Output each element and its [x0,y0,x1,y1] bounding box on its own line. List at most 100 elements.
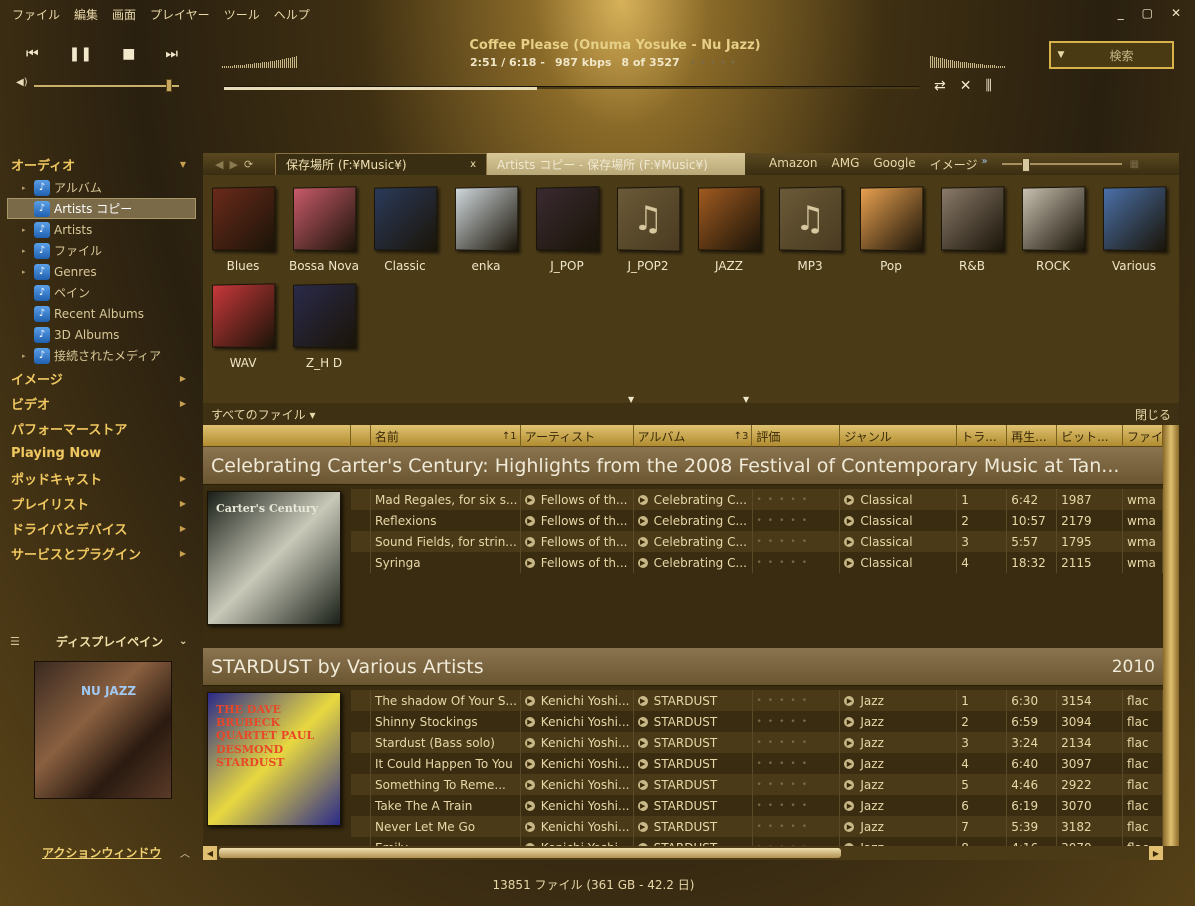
expand-icon[interactable]: ▸ [22,268,32,276]
play-arrow-icon[interactable]: ▶ [637,821,648,832]
rating-stars[interactable]: ••••• [757,558,814,568]
folder-tile[interactable]: ♫ J_POP2 [611,186,685,273]
volume-slider[interactable]: ◀) [16,77,181,92]
external-link[interactable]: Amazon [769,156,818,173]
chevron-up-icon[interactable]: ︿ [180,845,190,860]
folder-tile[interactable]: WAV [206,283,280,370]
expand-icon[interactable]: ▸ [22,226,32,234]
sidebar-section[interactable]: サービスとプラグイン ▶ [0,541,200,566]
table-row[interactable]: It Could Happen To You ▶ Kenichi Yoshi... ▶… [351,753,1163,774]
table-row[interactable]: Something To Reme... ▶ Kenichi Yoshi... ▶ ST… [351,774,1163,795]
folder-tile[interactable]: ROCK [1016,186,1090,273]
menu-item[interactable]: 画面 [112,6,136,23]
sidebar-item[interactable]: ▸ ♪ Artists [0,219,200,240]
equalizer-icon[interactable]: ⫼ [985,78,991,94]
table-row[interactable]: Emily▶Kenichi Yoshi...▶STARDUST•••••▶Jaz… [351,837,1163,846]
play-arrow-icon[interactable]: ▶ [637,800,648,811]
shuffle-icon[interactable]: ✕ [960,78,972,94]
seek-bar[interactable] [224,86,919,90]
folder-tile[interactable]: Various [1097,186,1171,273]
table-row[interactable]: Syringa ▶ Fellows of th... ▶ Celebrating C..… [351,552,1163,573]
back-icon[interactable]: ◀ [215,158,223,171]
play-arrow-icon[interactable]: ▶ [844,716,855,727]
sidebar-section[interactable]: プレイリスト ▶ [0,491,200,516]
column-header-cell[interactable]: トラ... [957,425,1008,447]
expand-icon[interactable]: ▸ [22,184,32,192]
play-arrow-icon[interactable]: ▶ [844,515,855,526]
column-header-cell[interactable]: アルバム ↑3 [634,425,753,447]
tab-close-button[interactable]: x [470,159,476,170]
expand-icon[interactable]: ▸ [22,352,32,360]
sidebar-item[interactable]: ♪ 3D Albums [0,324,200,345]
play-arrow-icon[interactable]: ▶ [524,758,535,769]
action-window-link[interactable]: アクションウィンドウ [42,844,161,861]
sidebar-item[interactable]: ▸ ♪ Genres [0,261,200,282]
search-box[interactable]: ▼ 検索 [1049,41,1174,69]
close-button[interactable]: ✕ [1171,6,1181,20]
more-links-icon[interactable]: » [981,156,987,173]
rating-stars[interactable]: ••••• [757,801,814,811]
sidebar-item[interactable]: ♪ Artists コピー [7,198,196,219]
sidebar-section[interactable]: ポッドキャスト ▶ [0,466,200,491]
column-header-cell[interactable]: 再生... [1007,425,1058,447]
play-arrow-icon[interactable]: ▶ [524,695,535,706]
play-arrow-icon[interactable]: ▶ [524,779,535,790]
search-dropdown-icon[interactable]: ▼ [1051,50,1071,60]
play-arrow-icon[interactable]: ▶ [524,536,535,547]
play-arrow-icon[interactable]: ▶ [637,758,648,769]
play-arrow-icon[interactable]: ▶ [637,779,648,790]
play-arrow-icon[interactable]: ▶ [844,557,855,568]
folder-tile[interactable]: R&B [935,186,1009,273]
sidebar-item[interactable]: ▸ ♪ 接続されたメディア [0,345,200,366]
table-row[interactable]: Reflexions ▶ Fellows of th... ▶ Celebrating … [351,510,1163,531]
maximize-button[interactable]: ▢ [1142,6,1153,20]
play-arrow-icon[interactable]: ▶ [844,779,855,790]
menu-item[interactable]: ヘルプ [274,6,310,23]
menu-item[interactable]: 編集 [74,6,98,23]
column-header-cell[interactable] [203,425,351,447]
album-group-header[interactable]: Celebrating Carter's Century: Highlights… [203,447,1163,485]
rating-stars[interactable]: ••••• [757,537,814,547]
album-group-header[interactable]: STARDUST by Various Artists 2010 [203,648,1163,686]
sidebar-section[interactable]: イメージ ▶ [0,366,200,391]
folder-tile[interactable]: J_POP [530,186,604,273]
folder-tile[interactable]: enka [449,186,523,273]
folder-tile[interactable]: ♫ MP3 [773,186,847,273]
volume-knob[interactable] [165,79,172,92]
display-pane-header[interactable]: ☰ ディスプレイペイン ⌄ [10,632,195,650]
vertical-scrollbar[interactable] [1163,425,1179,846]
column-header-cell[interactable]: ファイ [1123,425,1164,447]
play-arrow-icon[interactable]: ▶ [637,536,648,547]
sidebar-audio-header[interactable]: オーディオ ▼ [0,152,200,177]
table-row[interactable]: Stardust (Bass solo) ▶ Kenichi Yoshi... ▶ ST… [351,732,1163,753]
horizontal-scrollbar[interactable]: ◀ ▶ [203,846,1163,860]
sidebar-section[interactable]: パフォーマーストア [0,416,200,441]
external-link[interactable]: イメージ [930,156,978,173]
play-arrow-icon[interactable]: ▶ [844,536,855,547]
play-arrow-icon[interactable]: ▶ [524,557,535,568]
play-arrow-icon[interactable]: ▶ [637,716,648,727]
rating-stars[interactable]: ••••• [757,780,814,790]
sidebar-section[interactable]: Playing Now [0,441,200,466]
menu-item[interactable]: ツール [224,6,260,23]
scroll-thumb[interactable] [219,848,841,858]
zoom-slider[interactable] [1001,158,1122,172]
play-arrow-icon[interactable]: ▶ [844,695,855,706]
external-link[interactable]: AMG [832,156,860,173]
folder-tile[interactable]: Blues [206,186,280,273]
sidebar-section[interactable]: ビデオ ▶ [0,391,200,416]
play-arrow-icon[interactable]: ▶ [844,494,855,505]
refresh-icon[interactable]: ⟳ [244,158,253,171]
scroll-right-icon[interactable]: ▶ [1149,846,1163,860]
play-arrow-icon[interactable]: ▶ [844,800,855,811]
rating-stars[interactable]: ••••• [757,822,814,832]
play-arrow-icon[interactable]: ▶ [524,800,535,811]
column-header-cell[interactable]: ビット... [1057,425,1124,447]
play-arrow-icon[interactable]: ▶ [637,515,648,526]
table-row[interactable]: Sound Fields, for strin... ▶ Fellows of th… [351,531,1163,552]
column-header-cell[interactable]: アーティスト [521,425,634,447]
play-arrow-icon[interactable]: ▶ [637,695,648,706]
sidebar-section[interactable]: ドライバとデバイス ▶ [0,516,200,541]
tab-artists-copy[interactable]: Artists コピー - 保存場所 (F:¥Music¥) [487,153,745,175]
sidebar-item[interactable]: ♪ Recent Albums [0,303,200,324]
